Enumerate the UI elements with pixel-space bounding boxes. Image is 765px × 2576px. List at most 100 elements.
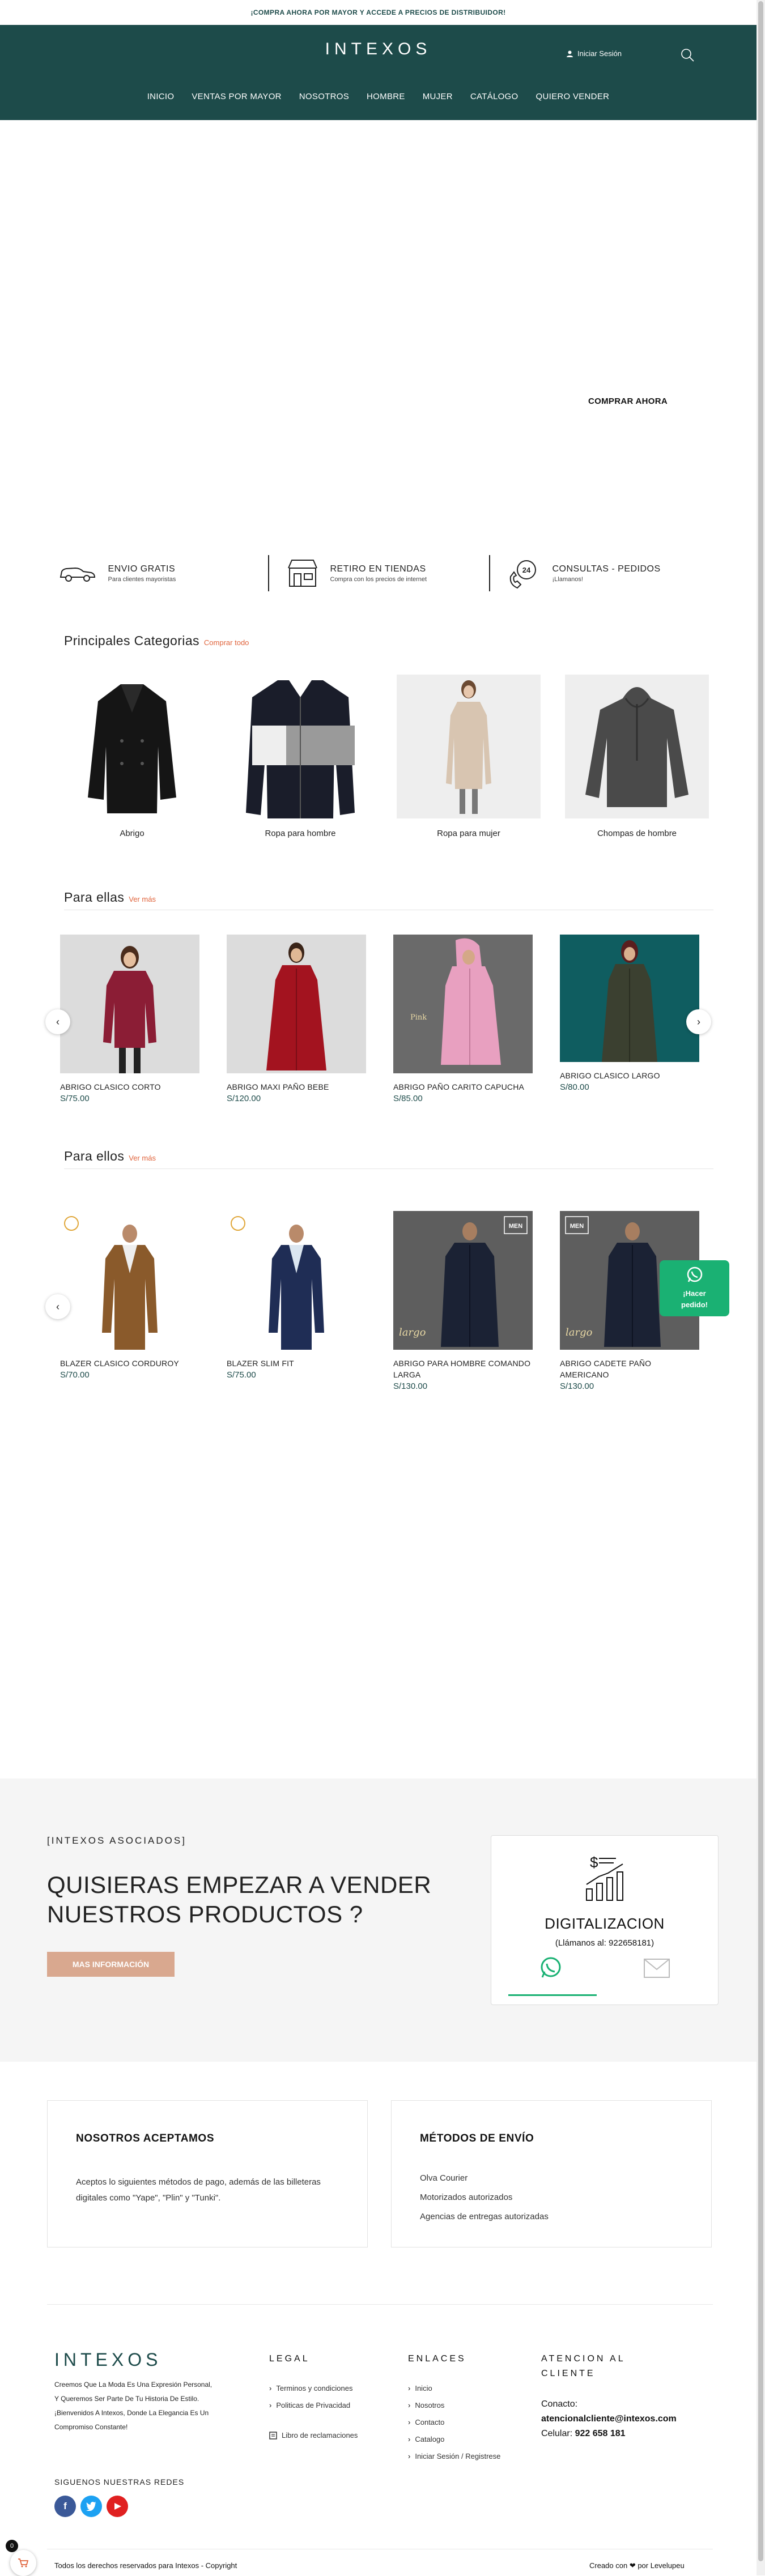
product-price: S/80.00 (560, 1082, 589, 1092)
section-title: Para ellos (64, 1149, 125, 1163)
feature-subtitle: Compra con los precios de internet (330, 575, 427, 583)
scrollbar-thumb[interactable] (758, 1, 763, 2561)
category-image[interactable] (565, 675, 709, 818)
product-image[interactable] (560, 935, 699, 1062)
twitter-icon[interactable] (80, 2496, 102, 2517)
whatsapp-icon[interactable] (539, 1956, 563, 1980)
product-price: S/120.00 (227, 1094, 261, 1103)
product-image[interactable] (60, 1211, 199, 1350)
shipping-method: Motorizados autorizados (420, 2193, 513, 2202)
category-image[interactable] (60, 675, 204, 818)
nav-inicio[interactable]: INICIO (147, 92, 175, 101)
carousel-prev-button[interactable]: ‹ (45, 1009, 70, 1034)
digitalization-title: DIGITALIZACION (545, 1915, 665, 1932)
category-image[interactable] (228, 675, 372, 818)
product-name[interactable]: BLAZER SLIM FIT (227, 1358, 366, 1369)
svg-text:$: $ (590, 1854, 598, 1871)
product-card[interactable]: MEN largo ABRIGO PARA HOMBRE COMANDO LARG… (393, 1211, 533, 1391)
phone-24-icon: 24 (509, 560, 536, 589)
feature-title: CONSULTAS - PEDIDOS (552, 564, 661, 574)
product-name[interactable]: ABRIGO PAÑO CARITO CAPUCHA (393, 1081, 533, 1093)
category-card[interactable]: Abrigo (60, 675, 204, 838)
product-name[interactable]: ABRIGO CLASICO CORTO (60, 1081, 199, 1093)
footer-support: ATENCION AL CLIENTE (541, 2352, 711, 2381)
mail-icon[interactable] (643, 1958, 670, 1978)
shop-all-link[interactable]: Comprar todo (204, 638, 249, 647)
category-card[interactable]: Ropa para mujer (397, 675, 541, 838)
promo-bar[interactable]: ¡COMPRA AHORA POR MAYOR Y ACCEDE A PRECI… (0, 0, 756, 25)
feature-title: RETIRO EN TIENDAS (330, 564, 426, 574)
search-icon[interactable] (680, 48, 695, 62)
nav-mujer[interactable]: MUJER (423, 92, 453, 101)
feature-subtitle: ¡Llamanos! (552, 575, 583, 583)
footer-link-contacto[interactable]: Contacto (408, 2414, 500, 2431)
category-label[interactable]: Ropa para hombre (228, 829, 372, 838)
product-name[interactable]: BLAZER CLASICO CORDUROY (60, 1358, 199, 1369)
login-label: Iniciar Sesión (577, 49, 622, 58)
product-name[interactable]: ABRIGO CLASICO LARGO (560, 1070, 699, 1081)
product-card[interactable]: BLAZER CLASICO CORDUROY S/70.00 (60, 1211, 199, 1391)
see-more-link[interactable]: Ver más (129, 895, 156, 903)
product-image[interactable] (227, 935, 366, 1073)
category-label[interactable]: Abrigo (60, 829, 204, 838)
page-scrollbar[interactable] (756, 0, 765, 2575)
footer-link-login[interactable]: Iniciar Sesión / Registrese (408, 2448, 500, 2465)
facebook-icon[interactable]: f (54, 2496, 76, 2517)
page: ¡COMPRA AHORA POR MAYOR Y ACCEDE A PRECI… (0, 0, 756, 2576)
category-card[interactable]: Ropa para hombre (228, 675, 372, 838)
seller-title: QUISIERAS EMPEZAR A VENDER NUESTROS PROD… (47, 1871, 432, 1927)
product-name[interactable]: ABRIGO MAXI PAÑO BEBE (227, 1081, 366, 1093)
category-card[interactable]: Chompas de hombre (565, 675, 709, 838)
footer-link-terms[interactable]: Terminos y condiciones (269, 2380, 358, 2397)
product-image[interactable] (60, 935, 199, 1073)
nav-ventas-por-mayor[interactable]: VENTAS POR MAYOR (192, 92, 281, 101)
credit-text[interactable]: Creado con ❤ por Levelupeu (589, 2561, 685, 2570)
product-image[interactable] (227, 1211, 366, 1350)
whatsapp-order-button[interactable]: ¡Hacer pedido! (660, 1260, 729, 1316)
nav-quiero-vender[interactable]: QUIERO VENDER (536, 92, 610, 101)
site-logo[interactable]: INTEXOS (0, 40, 756, 59)
carousel-next-button[interactable]: › (686, 1009, 711, 1034)
footer-link-nosotros[interactable]: Nosotros (408, 2397, 500, 2414)
product-card[interactable]: Pink ABRIGO PAÑO CARITO CAPUCHA S/85.00 (393, 935, 533, 1103)
main-nav: INICIO VENTAS POR MAYOR NOSOTROS HOMBRE … (0, 92, 756, 101)
contact-phone[interactable]: 922 658 181 (575, 2429, 626, 2438)
category-image[interactable] (397, 675, 541, 818)
category-label[interactable]: Ropa para mujer (397, 829, 541, 838)
more-info-button[interactable]: MAS INFORMACIÓN (47, 1952, 175, 1977)
footer-links-title: ENLACES (408, 2354, 466, 2364)
carousel-prev-button[interactable]: ‹ (45, 1294, 70, 1319)
footer-logo[interactable]: INTEXOS (54, 2349, 162, 2370)
footer-link-privacy[interactable]: Politicas de Privacidad (269, 2397, 358, 2414)
product-card[interactable]: BLAZER SLIM FIT S/75.00 (227, 1211, 366, 1391)
see-more-link[interactable]: Ver más (129, 1154, 156, 1162)
seller-eyebrow: [INTEXOS ASOCIADOS] (47, 1835, 186, 1846)
complaints-book-link[interactable]: Libro de reclamaciones (269, 2431, 358, 2439)
digitalization-phone: (Llámanos al: 922658181) (555, 1938, 654, 1948)
nav-nosotros[interactable]: NOSOTROS (299, 92, 349, 101)
product-name[interactable]: ABRIGO PARA HOMBRE COMANDO LARGA (393, 1358, 533, 1380)
product-card[interactable]: ABRIGO CLASICO CORTO S/75.00 (60, 935, 199, 1103)
contact-email[interactable]: atencionalcliente@intexos.com (541, 2412, 677, 2426)
product-card[interactable]: ABRIGO CLASICO LARGO S/80.00 (560, 935, 699, 1103)
nav-hombre[interactable]: HOMBRE (367, 92, 405, 101)
product-card[interactable]: ABRIGO MAXI PAÑO BEBE S/120.00 (227, 935, 366, 1103)
floating-cart-button[interactable] (10, 2550, 36, 2576)
product-name[interactable]: ABRIGO CADETE PAÑO AMERICANO (560, 1358, 699, 1380)
svg-text:largo: largo (566, 1327, 593, 1338)
footer-link-catalogo[interactable]: Catalogo (408, 2431, 500, 2448)
hero-cta-button[interactable]: COMPRAR AHORA (588, 396, 668, 406)
promo-text[interactable]: ¡COMPRA AHORA POR MAYOR Y ACCEDE A PRECI… (250, 8, 505, 16)
product-image[interactable]: MEN largo (393, 1211, 533, 1350)
login-link[interactable]: Iniciar Sesión (567, 49, 622, 58)
nav-catalogo[interactable]: CATÁLOGO (470, 92, 518, 101)
footer-link-inicio[interactable]: Inicio (408, 2380, 500, 2397)
category-label[interactable]: Chompas de hombre (565, 829, 709, 838)
hero-banner: COMPRAR AHORA (0, 120, 756, 545)
feature-subtitle: Para clientes mayoristas (108, 575, 176, 583)
categories-header: Principales Categorias Comprar todo (64, 633, 249, 649)
women-products: ABRIGO CLASICO CORTO S/75.00 ABRIGO MAXI… (60, 935, 699, 1103)
youtube-icon[interactable] (107, 2496, 128, 2517)
features-strip: ENVIO GRATIS Para clientes mayoristas RE… (0, 545, 756, 602)
product-image[interactable]: Pink (393, 935, 533, 1073)
